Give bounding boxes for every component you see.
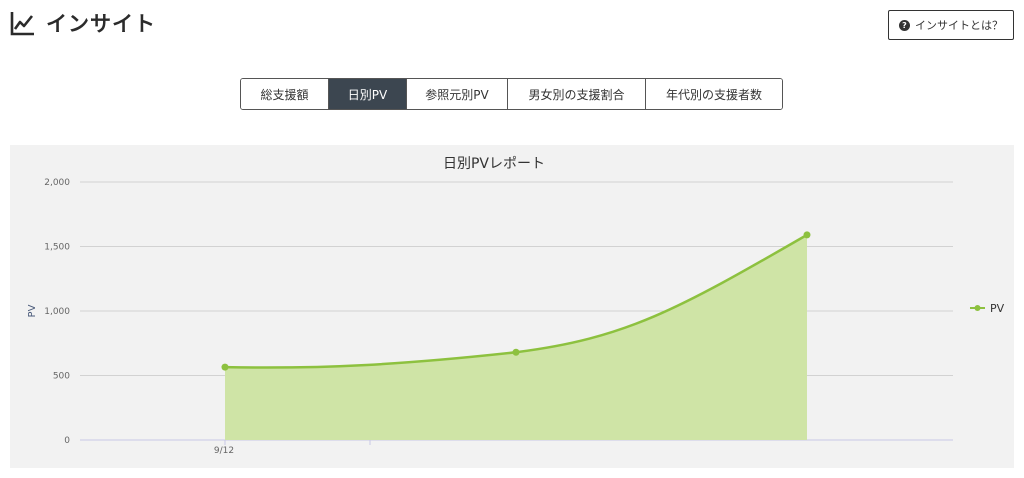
y-axis-title: PV [27,304,38,317]
legend-marker [974,305,981,311]
pv-data-point [512,348,520,356]
x-tick-label: 9/12 [214,446,234,456]
trend-chart-icon [10,12,34,36]
insight-help-label: インサイトとは？ [915,19,1003,32]
page-title: インサイト [46,12,156,36]
tab-label: 参照元別PV [425,87,489,102]
pv-data-point [221,363,229,371]
legend-label: PV [990,302,1005,315]
y-tick-label: 0 [64,436,70,446]
tab-age-supporters[interactable]: 年代別の支援者数 [646,79,782,109]
chart-title: 日別PVレポート [443,156,545,172]
y-tick-label: 1,000 [44,307,70,317]
tab-total-support[interactable]: 総支援額 [241,79,329,109]
tab-referrer-pv[interactable]: 参照元別PV [407,79,508,109]
pv-data-point [803,231,811,239]
y-tick-label: 500 [53,372,70,382]
pv-chart-panel: 日別PVレポート 0 500 1,000 1,500 2,000 PV 9/12 PV [10,145,1014,468]
tab-label: 総支援額 [260,87,309,102]
tab-label: 年代別の支援者数 [665,87,762,102]
tab-gender-ratio[interactable]: 男女別の支援割合 [508,79,646,109]
page-header: インサイト [10,8,156,38]
y-tick-label: 1,500 [44,243,70,253]
pv-chart: 日別PVレポート 0 500 1,000 1,500 2,000 PV 9/12 PV [27,156,1005,456]
tab-daily-pv[interactable]: 日別PV [329,79,407,109]
report-tabs: 総支援額 日別PV 参照元別PV 男女別の支援割合 年代別の支援者数 [240,78,783,110]
insight-help-button[interactable]: ? インサイトとは？ [888,10,1014,40]
question-icon: ? [899,19,910,31]
pv-area-fill [225,234,807,440]
y-tick-label: 2,000 [44,178,70,188]
tab-label: 男女別の支援割合 [528,87,625,102]
tab-label: 日別PV [347,87,388,102]
